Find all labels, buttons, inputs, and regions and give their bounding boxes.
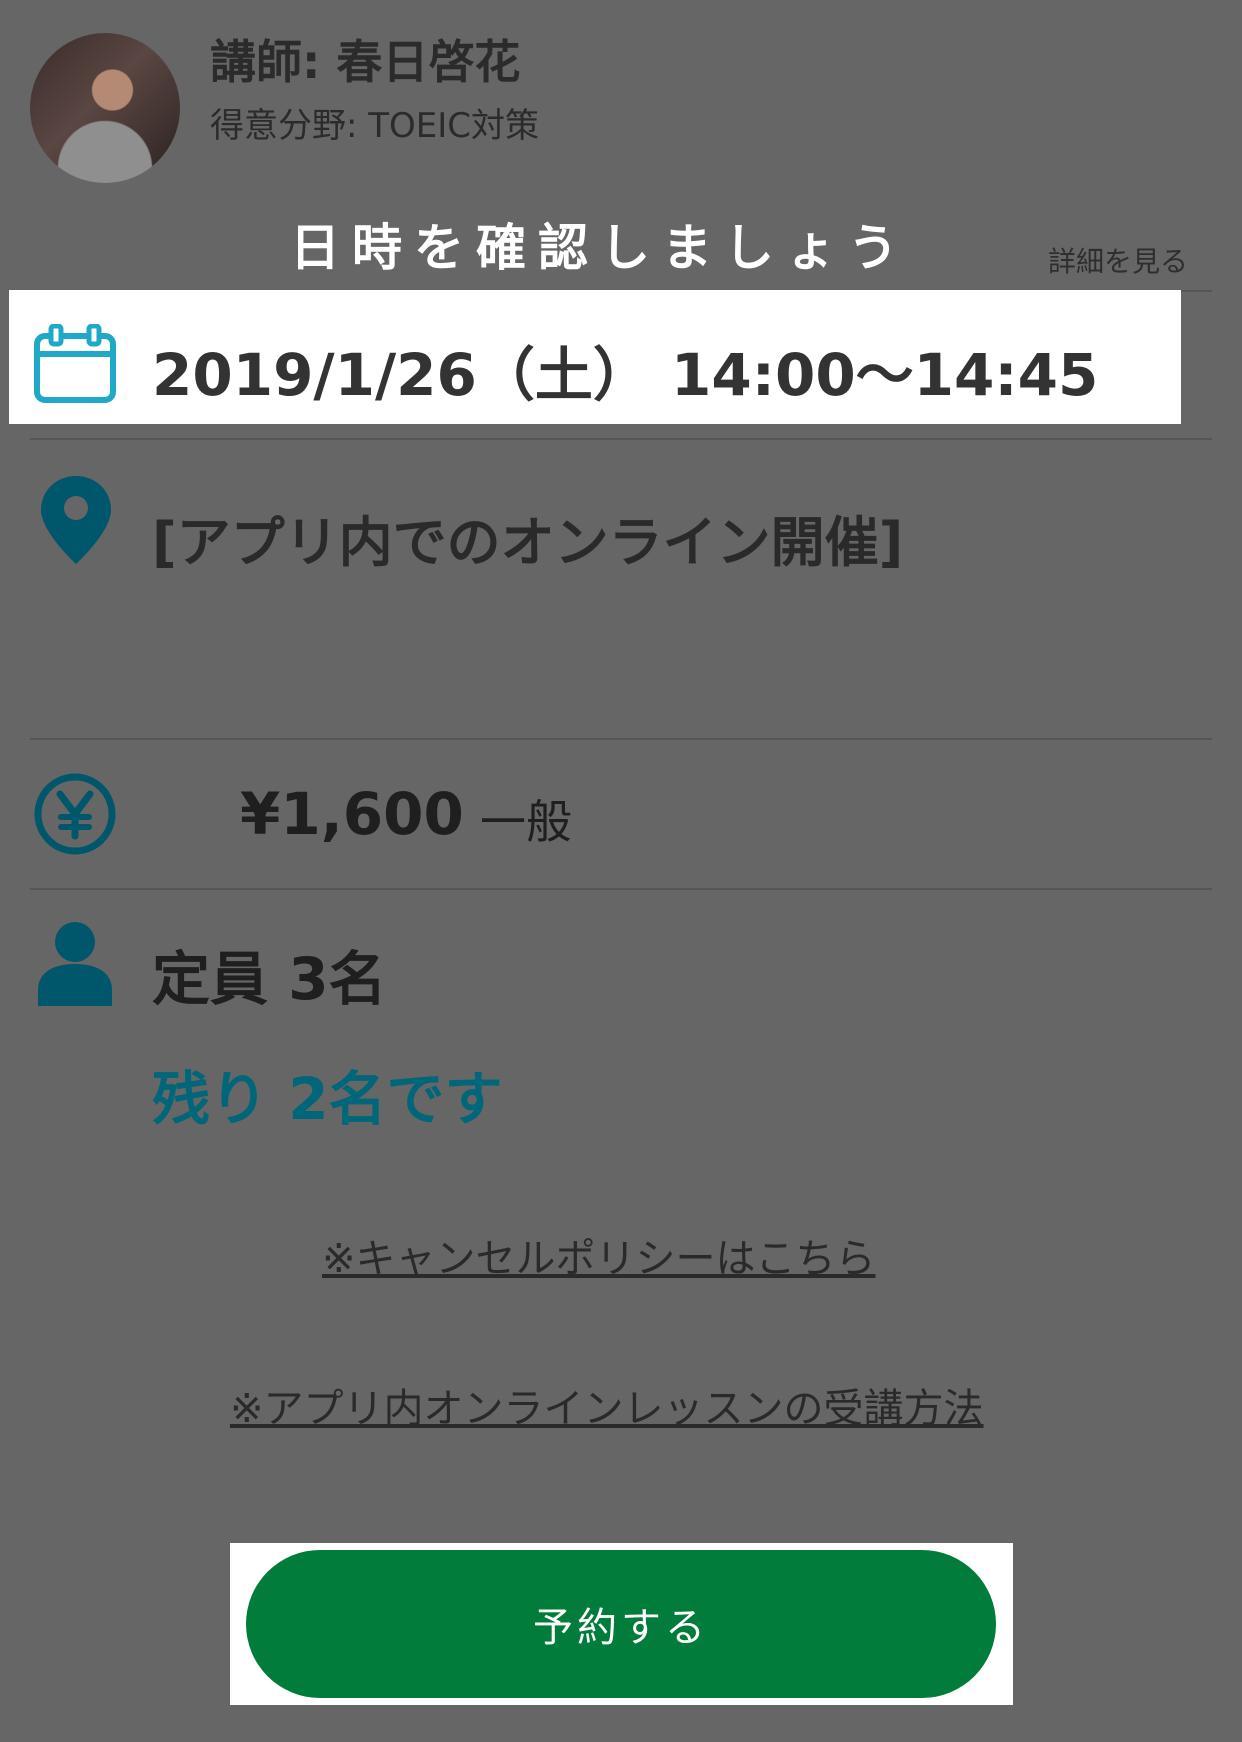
details-link[interactable]: 詳細を見る xyxy=(1048,240,1188,280)
schedule-datetime: 2019/1/26（土） 14:00〜14:45 xyxy=(152,341,1099,409)
location-text: [アプリ内でのオンライン開催] xyxy=(152,511,904,574)
person-icon xyxy=(38,922,112,1006)
capacity-total: 定員 3名 xyxy=(152,945,387,1013)
howto-link[interactable]: ※アプリ内オンラインレッスンの受講方法 xyxy=(230,1376,984,1434)
location-pin-icon xyxy=(41,476,111,564)
teacher-specialty: 得意分野: TOEIC対策 xyxy=(210,106,540,146)
teacher-name: 講師: 春日啓花 xyxy=(210,35,521,89)
cancel-policy-link[interactable]: ※キャンセルポリシーはこちら xyxy=(322,1226,876,1284)
price-amount: ¥1,600 xyxy=(240,780,464,848)
teacher-avatar xyxy=(30,33,180,183)
divider xyxy=(30,738,1212,740)
capacity-remaining: 残り 2名です xyxy=(152,1065,503,1133)
reserve-button[interactable]: 予約する xyxy=(246,1550,996,1698)
annotation-caption: 日時を確認しましょう xyxy=(290,219,910,277)
divider xyxy=(30,888,1212,890)
divider xyxy=(30,438,1212,440)
yen-icon xyxy=(34,773,116,855)
price-type: 一般 xyxy=(480,795,572,849)
calendar-icon xyxy=(34,324,116,403)
